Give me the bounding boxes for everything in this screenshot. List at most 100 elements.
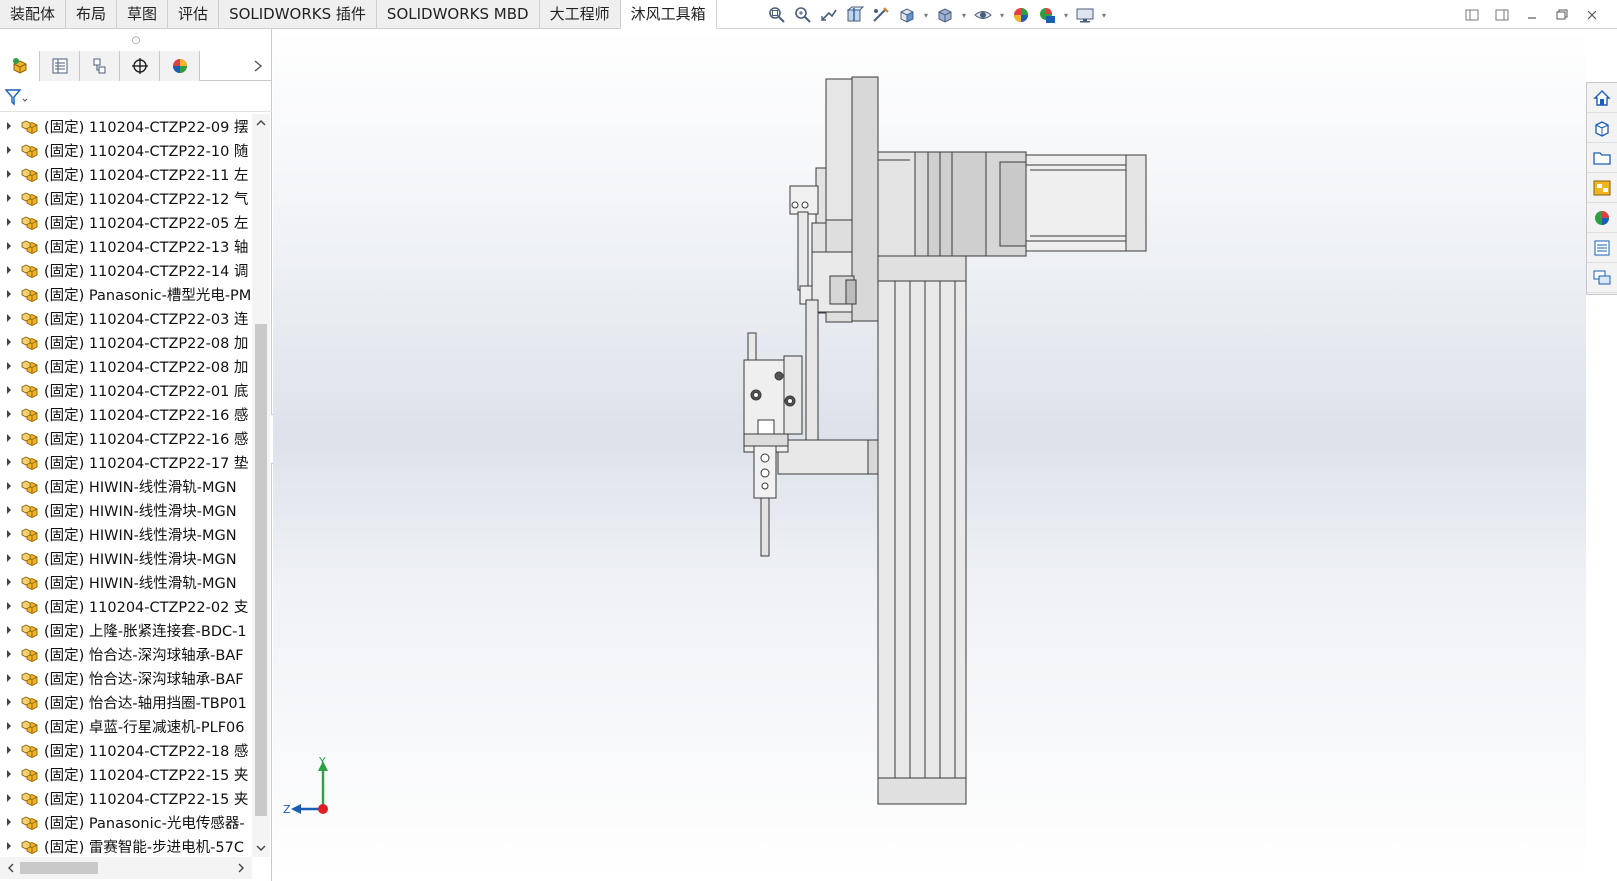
view-settings-dropdown-icon[interactable]: ▾ [1099, 3, 1109, 27]
tree-item[interactable]: (固定) 110204-CTZP22-16 感 [0, 426, 252, 450]
custom-properties-icon[interactable] [1587, 233, 1617, 263]
tree-item[interactable]: (固定) 怡合达-深沟球轴承-BAF [0, 642, 252, 666]
close-icon[interactable] [1581, 4, 1603, 26]
tree-item[interactable]: (固定) HIWIN-线性滑轨-MGN [0, 570, 252, 594]
tree-item[interactable]: (固定) HIWIN-线性滑块-MGN [0, 498, 252, 522]
hide-show-dropdown-icon[interactable]: ▾ [997, 3, 1007, 27]
expand-arrow-icon[interactable] [0, 450, 18, 474]
tree-item[interactable]: (固定) 110204-CTZP22-02 支 [0, 594, 252, 618]
tree-item[interactable]: (固定) 怡合达-轴用挡圈-TBP01 [0, 690, 252, 714]
expand-arrow-icon[interactable] [0, 258, 18, 282]
expand-arrow-icon[interactable] [0, 474, 18, 498]
tree-item[interactable]: (固定) 110204-CTZP22-17 垫 [0, 450, 252, 474]
tree-item[interactable]: (固定) 110204-CTZP22-15 夹 [0, 786, 252, 810]
file-explorer-icon[interactable] [1587, 143, 1617, 173]
view-orientation-dropdown-icon[interactable]: ▾ [921, 3, 931, 27]
expand-arrow-icon[interactable] [0, 546, 18, 570]
expand-arrow-icon[interactable] [0, 138, 18, 162]
expand-arrow-icon[interactable] [0, 690, 18, 714]
tree-item[interactable]: (固定) 110204-CTZP22-10 随 [0, 138, 252, 162]
expand-arrow-icon[interactable] [0, 426, 18, 450]
tile-left-icon[interactable] [1461, 4, 1483, 26]
dynamic-annotation-icon[interactable] [869, 3, 893, 27]
tree-item[interactable]: (固定) 110204-CTZP22-03 连 [0, 306, 252, 330]
expand-arrow-icon[interactable] [0, 834, 18, 857]
tree-item[interactable]: (固定) 110204-CTZP22-05 左 [0, 210, 252, 234]
tree-item[interactable]: (固定) 110204-CTZP22-11 左 [0, 162, 252, 186]
propertymanager-icon[interactable] [40, 51, 80, 81]
expand-arrow-icon[interactable] [0, 402, 18, 426]
chevron-right-icon[interactable] [250, 55, 266, 77]
scroll-up-icon[interactable] [252, 114, 270, 132]
tree-item[interactable]: (固定) 110204-CTZP22-18 感 [0, 738, 252, 762]
tree-item[interactable]: (固定) Panasonic-槽型光电-PM [0, 282, 252, 306]
tree-item[interactable]: (固定) 110204-CTZP22-12 气 [0, 186, 252, 210]
design-library-icon[interactable] [1587, 113, 1617, 143]
apply-scene-dropdown-icon[interactable]: ▾ [1061, 3, 1071, 27]
previous-view-icon[interactable] [817, 3, 841, 27]
expand-arrow-icon[interactable] [0, 714, 18, 738]
tree-item[interactable]: (固定) HIWIN-线性滑块-MGN [0, 546, 252, 570]
filter-icon[interactable] [4, 86, 32, 108]
tree-item[interactable]: (固定) 110204-CTZP22-08 加 [0, 354, 252, 378]
tree-item[interactable]: (固定) 110204-CTZP22-16 感 [0, 402, 252, 426]
graphics-area[interactable] [273, 29, 1586, 881]
tree-item[interactable]: (固定) 卓蓝-行星减速机-PLF06 [0, 714, 252, 738]
tab-evaluate[interactable]: 评估 [168, 0, 220, 29]
minimize-icon[interactable] [1521, 4, 1543, 26]
tree-horizontal-scrollbar[interactable] [0, 857, 252, 879]
tile-right-icon[interactable] [1491, 4, 1513, 26]
hide-show-icon[interactable] [971, 3, 995, 27]
horizontal-scroll-thumb[interactable] [20, 862, 98, 874]
expand-arrow-icon[interactable] [0, 282, 18, 306]
expand-arrow-icon[interactable] [0, 378, 18, 402]
view-palette-icon[interactable] [1587, 173, 1617, 203]
tree-item[interactable]: (固定) HIWIN-线性滑块-MGN [0, 522, 252, 546]
expand-arrow-icon[interactable] [0, 186, 18, 210]
tree-item[interactable]: (固定) 上隆-胀紧连接套-BDC-1 [0, 618, 252, 642]
scroll-right-icon[interactable] [232, 857, 250, 879]
tab-big-engineer[interactable]: 大工程师 [539, 0, 621, 29]
expand-arrow-icon[interactable] [0, 498, 18, 522]
apply-scene-icon[interactable] [1035, 3, 1059, 27]
expand-arrow-icon[interactable] [0, 738, 18, 762]
expand-arrow-icon[interactable] [0, 210, 18, 234]
expand-arrow-icon[interactable] [0, 522, 18, 546]
dimxpertmanager-icon[interactable] [120, 51, 160, 81]
display-style-dropdown-icon[interactable]: ▾ [959, 3, 969, 27]
tree-item[interactable]: (固定) 110204-CTZP22-13 轴 [0, 234, 252, 258]
tree-item[interactable]: (固定) Panasonic-光电传感器- [0, 810, 252, 834]
tree-item[interactable]: (固定) 雷赛智能-步进电机-57C [0, 834, 252, 857]
expand-arrow-icon[interactable] [0, 594, 18, 618]
tree-item[interactable]: (固定) 110204-CTZP22-01 底 [0, 378, 252, 402]
tab-sketch[interactable]: 草图 [117, 0, 169, 29]
tree-item[interactable]: (固定) 110204-CTZP22-08 加 [0, 330, 252, 354]
tree-item[interactable]: (固定) 怡合达-深沟球轴承-BAF [0, 666, 252, 690]
tree-vertical-scrollbar[interactable] [252, 114, 270, 857]
tree-item[interactable]: (固定) 110204-CTZP22-09 摆 [0, 114, 252, 138]
section-view-icon[interactable] [843, 3, 867, 27]
expand-arrow-icon[interactable] [0, 618, 18, 642]
expand-arrow-icon[interactable] [0, 306, 18, 330]
expand-arrow-icon[interactable] [0, 762, 18, 786]
tab-solidworks-addins[interactable]: SOLIDWORKS 插件 [219, 0, 377, 29]
scroll-left-icon[interactable] [2, 857, 20, 879]
tree-item[interactable]: (固定) HIWIN-线性滑轨-MGN [0, 474, 252, 498]
configurationmanager-icon[interactable] [80, 51, 120, 81]
restore-icon[interactable] [1551, 4, 1573, 26]
view-settings-icon[interactable] [1073, 3, 1097, 27]
view-orientation-icon[interactable] [895, 3, 919, 27]
appearances-scenes-icon[interactable] [1587, 203, 1617, 233]
expand-arrow-icon[interactable] [0, 114, 18, 138]
tree-item[interactable]: (固定) 110204-CTZP22-15 夹 [0, 762, 252, 786]
expand-arrow-icon[interactable] [0, 810, 18, 834]
expand-arrow-icon[interactable] [0, 234, 18, 258]
solidworks-resources-icon[interactable] [1587, 83, 1617, 113]
panel-grip-icon[interactable]: ○ [0, 29, 272, 51]
zoom-to-fit-icon[interactable] [765, 3, 789, 27]
expand-arrow-icon[interactable] [0, 354, 18, 378]
expand-arrow-icon[interactable] [0, 162, 18, 186]
tree-item[interactable]: (固定) 110204-CTZP22-14 调 [0, 258, 252, 282]
zoom-to-area-icon[interactable] [791, 3, 815, 27]
scroll-down-icon[interactable] [252, 839, 270, 857]
